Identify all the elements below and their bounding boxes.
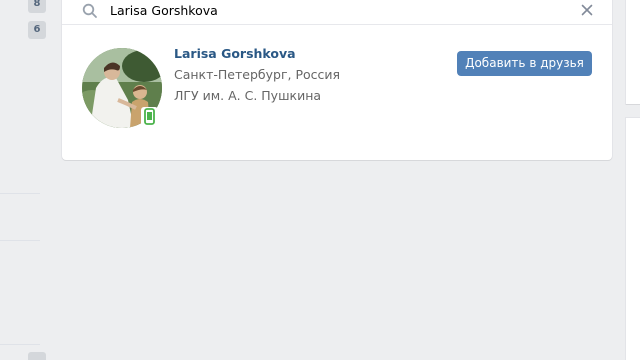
result-name-link[interactable]: Larisa Gorshkova [174, 46, 296, 61]
sidebar-item-stub[interactable] [28, 352, 46, 360]
search-icon [82, 3, 97, 18]
search-bar [62, 0, 612, 25]
close-icon[interactable] [579, 2, 595, 18]
people-search-panel: Larisa Gorshkova Санкт-Петербург, Россия… [62, 0, 612, 160]
left-sidebar: 8 6 [0, 0, 46, 360]
sidebar-divider [0, 193, 40, 194]
sidebar-divider [0, 344, 40, 345]
right-column-block [626, 118, 640, 360]
mobile-icon [144, 108, 155, 125]
search-input[interactable] [110, 0, 570, 20]
result-education: ЛГУ им. А. С. Пушкина [174, 88, 322, 103]
sidebar-divider [0, 240, 40, 241]
sidebar-counter-badge[interactable]: 6 [28, 21, 46, 39]
sidebar-counter-badge[interactable]: 8 [28, 0, 46, 13]
right-column-block [626, 0, 640, 104]
online-mobile-badge [141, 107, 158, 126]
result-location: Санкт-Петербург, Россия [174, 67, 341, 82]
search-result-item: Larisa Gorshkova Санкт-Петербург, Россия… [82, 46, 592, 128]
add-friend-button[interactable]: Добавить в друзья [457, 51, 592, 76]
